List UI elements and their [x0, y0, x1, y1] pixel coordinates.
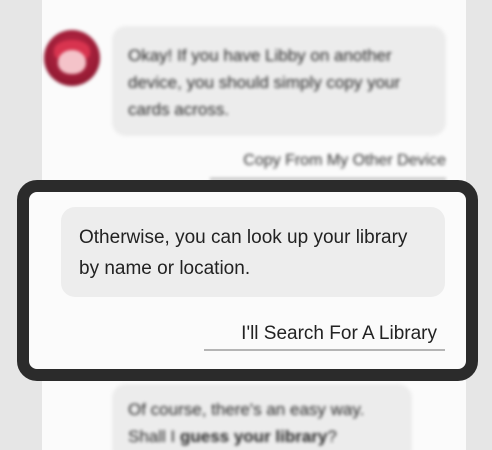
- search-for-library-button[interactable]: I'll Search For A Library: [204, 323, 445, 351]
- avatar-face: [58, 50, 86, 74]
- chat-bubble-text: Otherwise, you can look up your library …: [79, 227, 408, 279]
- screen: Okay! If you have Libby on another devic…: [0, 0, 492, 450]
- chat-bubble-text-suffix: ?: [327, 427, 337, 446]
- chat-bubble-copy-cards: Okay! If you have Libby on another devic…: [112, 26, 446, 136]
- libby-avatar-icon: [44, 30, 100, 86]
- chat-bubble-search-hint: Otherwise, you can look up your library …: [61, 207, 445, 297]
- chat-bubble-guess-library: Of course, there's an easy way. Shall I …: [112, 384, 412, 450]
- highlight-frame: Otherwise, you can look up your library …: [17, 180, 478, 381]
- chat-bubble-text-bold: guess your library: [179, 427, 328, 446]
- copy-from-device-button[interactable]: Copy From My Other Device: [210, 152, 446, 180]
- chat-bubble-text: Okay! If you have Libby on another devic…: [128, 46, 401, 119]
